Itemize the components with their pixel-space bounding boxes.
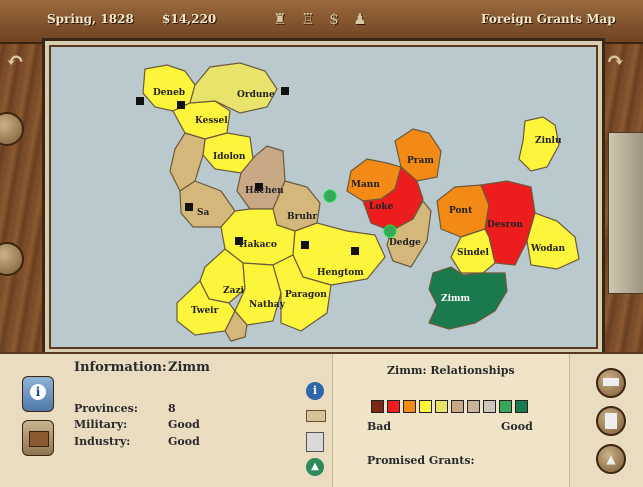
label-deneb: Deneb [153, 88, 185, 98]
temple-button[interactable]: ▲ [306, 458, 330, 482]
capital-icon [177, 101, 185, 109]
relationships-panel: Zimm: Relationships Bad Good Promised Gr… [332, 354, 570, 487]
scroll-icon [306, 410, 326, 422]
relationship-swatch [467, 400, 480, 413]
left-round-button-1[interactable] [0, 112, 24, 146]
label-tweir: Tweir [191, 306, 219, 316]
relationship-swatch [515, 400, 528, 413]
ledger-button[interactable] [596, 406, 626, 436]
scroll-button[interactable] [306, 406, 330, 430]
advisor-icon[interactable]: ♜ [272, 9, 288, 29]
info-icon: i [30, 384, 46, 400]
label-paragon: Paragon [285, 290, 327, 300]
map-scroll-button[interactable] [596, 368, 626, 398]
info-heading-value: Zimm [168, 360, 210, 375]
label-dedge: Dedge [389, 238, 421, 248]
capital-icon [185, 203, 193, 211]
dollar-icon[interactable]: $ [326, 9, 342, 29]
military-value: Good [168, 418, 200, 431]
right-frame: ↷ [600, 42, 643, 352]
info-icon: i [306, 382, 324, 400]
relationship-swatch [483, 400, 496, 413]
temple-icon: ▲ [306, 458, 324, 476]
capitol-button[interactable]: ▲ [596, 444, 626, 474]
bad-label: Bad [367, 420, 392, 433]
label-loke: Loke [369, 202, 394, 212]
view-title: Foreign Grants Map [481, 12, 616, 26]
left-round-button-2[interactable] [0, 242, 24, 276]
capital-icon [136, 97, 144, 105]
document-button[interactable] [306, 432, 330, 456]
relationship-swatch [435, 400, 448, 413]
label-bruhr: Bruhr [287, 212, 317, 222]
label-nathay: Nathay [249, 300, 286, 310]
newspaper-icon[interactable] [608, 132, 643, 294]
relationship-swatch [451, 400, 464, 413]
province-wodan[interactable] [526, 212, 580, 270]
briefcase-icon [29, 431, 49, 447]
info-panel: Information: Zimm Provinces: 8 Military:… [62, 354, 302, 487]
label-ordune: Ordune [237, 90, 275, 100]
provinces-label: Provinces: [74, 402, 138, 415]
date-label: Spring, 1828 [47, 12, 134, 26]
dollar-grant-icon[interactable] [383, 224, 397, 238]
ledger-icon [605, 413, 617, 429]
foreign-map: Deneb Kessel Ordune Idolon Hachen Bruhr … [42, 38, 605, 356]
relationship-swatch [499, 400, 512, 413]
map-canvas: Deneb Kessel Ordune Idolon Hachen Bruhr … [136, 62, 580, 342]
relationship-swatch [387, 400, 400, 413]
label-wodan: Wodan [530, 244, 566, 254]
bottom-panel: i Information: Zimm Provinces: 8 Militar… [0, 352, 643, 487]
back-arrow-icon[interactable]: ↶ [6, 48, 34, 74]
label-pont: Pont [449, 206, 473, 216]
factory-icon[interactable]: ♖ [300, 9, 316, 29]
label-kessel: Kessel [195, 116, 228, 126]
dollar-grant-icon[interactable] [323, 189, 337, 203]
top-hat-icon[interactable]: ♟ [352, 9, 368, 29]
relationship-swatch [371, 400, 384, 413]
label-mann: Mann [351, 180, 380, 190]
label-zimm: Zimm [441, 294, 471, 304]
info-tab-button[interactable]: i [22, 376, 54, 412]
label-zazi: Zazi [223, 286, 245, 296]
capital-icon [351, 247, 359, 255]
info-heading-label: Information: [74, 360, 167, 375]
capital-icon [281, 87, 289, 95]
document-icon [306, 432, 324, 452]
label-hachen: Hachen [245, 186, 284, 196]
left-frame: ↶ [0, 42, 44, 352]
forward-arrow-icon[interactable]: ↷ [606, 48, 634, 74]
relationship-swatch [403, 400, 416, 413]
scroll-icon [603, 378, 619, 386]
military-label: Military: [74, 418, 128, 431]
briefcase-tab-button[interactable] [22, 420, 54, 456]
provinces-value: 8 [168, 402, 176, 415]
label-idolon: Idolon [213, 152, 246, 162]
capitol-icon: ▲ [606, 452, 616, 466]
label-sa: Sa [197, 208, 209, 218]
label-desron: Desron [487, 220, 523, 230]
good-label: Good [501, 420, 533, 433]
label-pram: Pram [407, 156, 434, 166]
rel-info-button[interactable]: i [306, 382, 330, 406]
promised-grants-label: Promised Grants: [367, 454, 475, 467]
industry-label: Industry: [74, 435, 131, 448]
label-hakaco: Hakaco [239, 240, 277, 250]
label-hengtom: Hengtom [317, 268, 364, 278]
relationship-swatch [419, 400, 432, 413]
money-label: $14,220 [162, 12, 217, 26]
relationships-title: Zimm: Relationships [387, 364, 515, 377]
industry-value: Good [168, 435, 200, 448]
label-sindel: Sindel [457, 248, 489, 258]
label-zinlu: Zinlu [535, 136, 562, 146]
capital-icon [301, 241, 309, 249]
